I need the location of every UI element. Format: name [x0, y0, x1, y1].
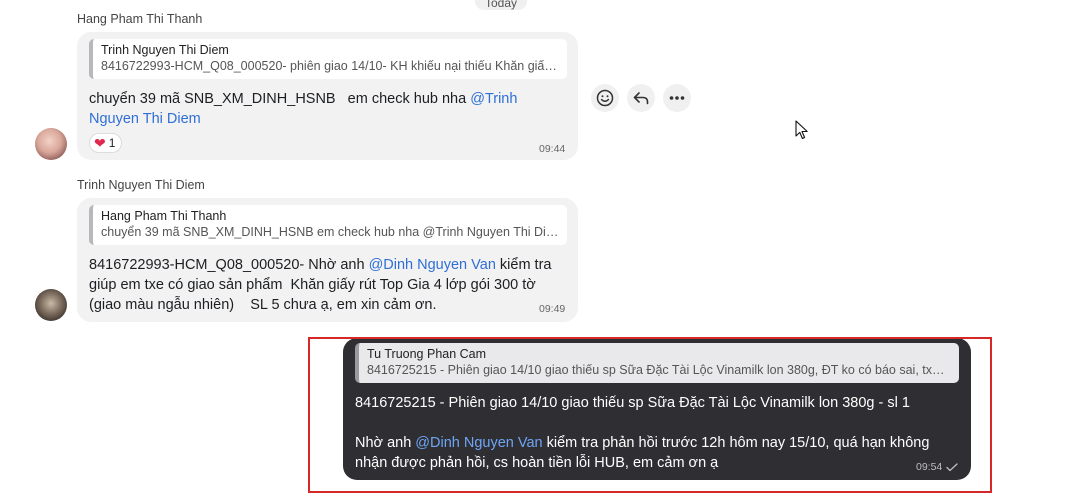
reply-quote[interactable]: Hang Pham Thi Thanh chuyển 39 mã SNB_XM_… — [89, 205, 567, 245]
reaction-count: 1 — [108, 136, 116, 150]
sender-name: Hang Pham Thi Thanh — [77, 12, 203, 26]
mention-link[interactable]: @Dinh Nguyen Van — [369, 257, 496, 273]
reply-quote[interactable]: Trinh Nguyen Thi Diem 8416722993-HCM_Q08… — [89, 39, 567, 79]
quote-author: Trinh Nguyen Thi Diem — [101, 43, 229, 57]
mention-link[interactable]: @Trinh — [470, 91, 517, 107]
reaction-badge[interactable]: ❤ 1 — [89, 133, 123, 153]
avatar[interactable] — [35, 289, 67, 321]
reply-button[interactable] — [627, 84, 655, 112]
quote-text: 8416722993-HCM_Q08_000520- phiên giao 14… — [101, 59, 559, 73]
reply-icon — [633, 92, 649, 105]
heart-icon: ❤ — [94, 135, 106, 151]
sender-name: Trinh Nguyen Thi Diem — [77, 178, 205, 192]
mention-link[interactable]: Nguyen Thi Diem — [89, 111, 201, 127]
message-time: 09:44 — [539, 143, 566, 155]
more-options-button[interactable] — [663, 84, 691, 112]
message-time: 09:49 — [539, 303, 566, 315]
quote-text: chuyển 39 mã SNB_XM_DINH_HSNB em check h… — [101, 225, 559, 239]
message-text: chuyển 39 mã SNB_XM_DINH_HSNB em check h… — [89, 91, 518, 127]
quote-author: Hang Pham Thi Thanh — [101, 209, 227, 223]
smiley-icon — [596, 89, 614, 107]
day-divider: Today — [475, 0, 528, 10]
react-button[interactable] — [591, 84, 619, 112]
avatar[interactable] — [35, 128, 67, 160]
mouse-cursor-icon — [795, 120, 808, 140]
highlight-frame — [308, 337, 992, 493]
message-text: 8416722993-HCM_Q08_000520- Nhờ anh @Dinh… — [89, 257, 552, 313]
more-icon — [669, 96, 685, 100]
